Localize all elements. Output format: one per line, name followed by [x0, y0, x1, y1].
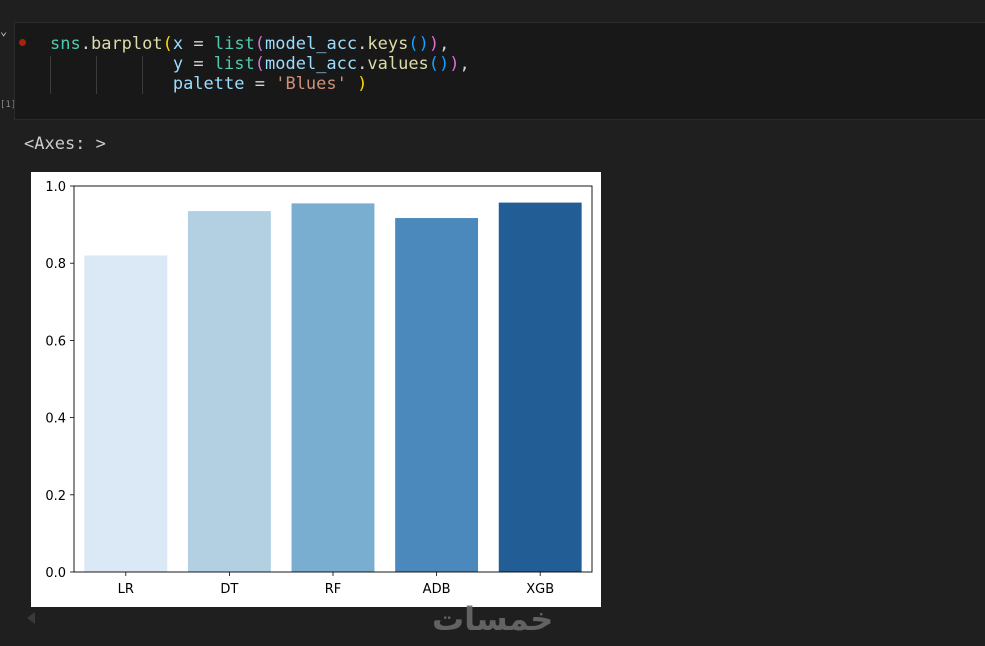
x-tick-label: RF: [325, 582, 342, 597]
code-token: ): [357, 74, 368, 94]
code-token: x: [172, 34, 184, 54]
bar-chart: LR DT RF ADB XGB 0.0 0.2 0.4 0.6 0.8 1.0: [45, 180, 593, 597]
x-tick-label: ADB: [423, 582, 451, 597]
code-token: ,: [459, 54, 470, 74]
code-token: =: [183, 34, 214, 54]
x-tick-label: DT: [220, 582, 238, 597]
bar: [187, 211, 271, 572]
code-line: y = list(model_acc.values()),: [50, 54, 470, 74]
y-tick-label: 0.4: [45, 412, 66, 427]
toolbar-strip: [0, 0, 985, 22]
code-token: model_acc: [265, 54, 358, 74]
bar: [291, 203, 375, 572]
code-token: list: [213, 54, 255, 74]
bar: [395, 218, 479, 572]
code-token: 'Blues': [275, 74, 347, 94]
code-token: (: [162, 34, 173, 54]
y-tick-label: 0.8: [45, 257, 66, 272]
code-token: =: [244, 74, 276, 94]
bar: [498, 202, 582, 572]
y-tick-label: 0.0: [45, 566, 66, 581]
code-token: values: [367, 54, 429, 74]
x-tick-label: XGB: [526, 582, 554, 597]
error-dot-icon: [19, 39, 26, 46]
scroll-left-icon[interactable]: [27, 612, 35, 624]
code-token: .: [80, 34, 91, 54]
bar-chart-figure: LR DT RF ADB XGB 0.0 0.2 0.4 0.6 0.8 1.0: [31, 172, 601, 607]
y-tick-label: 1.0: [45, 180, 66, 195]
code-token: =: [183, 54, 214, 74]
code-token: (: [254, 34, 266, 54]
code-token: ): [449, 54, 460, 74]
chevron-down-icon[interactable]: ⌄: [0, 24, 12, 38]
code-token: sns: [50, 34, 81, 54]
x-tick-label: LR: [118, 582, 134, 597]
code-token: barplot: [90, 34, 163, 54]
cell-output-text: <Axes: >: [24, 134, 106, 154]
code-token: model_acc: [265, 34, 358, 54]
code-token: list: [213, 34, 255, 54]
code-token: (): [428, 54, 450, 74]
code-token: palette: [172, 74, 245, 94]
code-editor[interactable]: sns.barplot(x = list(model_acc.keys()), …: [50, 34, 470, 94]
code-token: .: [357, 54, 368, 74]
code-token: .: [357, 34, 368, 54]
watermark-logo: خمسات: [432, 600, 554, 638]
y-tick-label: 0.6: [45, 334, 66, 349]
code-token: ): [428, 34, 440, 54]
y-tick-label: 0.2: [45, 489, 66, 504]
code-token: (: [254, 54, 265, 74]
code-line: palette = 'Blues' ): [50, 74, 470, 94]
code-token: ,: [439, 34, 450, 54]
code-token: (): [408, 34, 429, 54]
code-token: y: [172, 54, 184, 74]
code-token: keys: [367, 34, 409, 54]
code-line: sns.barplot(x = list(model_acc.keys()),: [50, 34, 470, 54]
bar: [84, 255, 168, 572]
